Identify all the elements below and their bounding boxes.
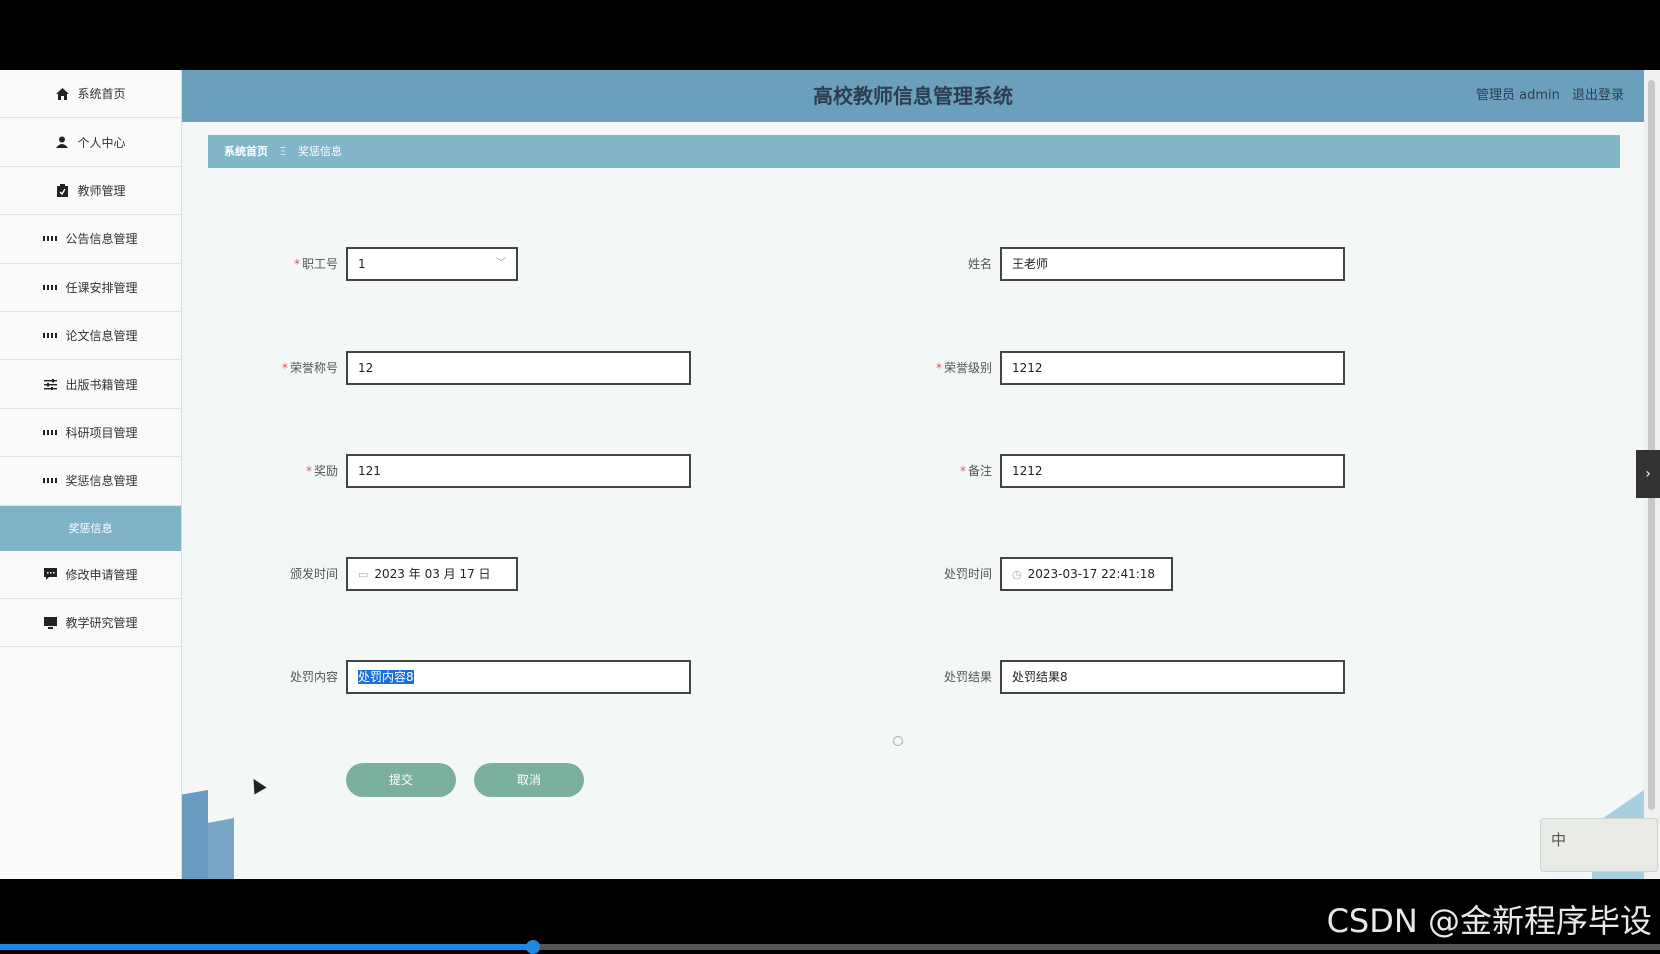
- grid-icon: [43, 329, 58, 343]
- breadcrumb-separator: Ξ: [279, 145, 287, 158]
- sidebar-item-notices[interactable]: 公告信息管理: [0, 215, 181, 264]
- issue-date-picker[interactable]: ▭ 2023 年 03 月 17 日: [346, 557, 518, 591]
- monitor-icon: [43, 616, 57, 630]
- reward-label: * 奖励: [305, 464, 338, 478]
- reward-field[interactable]: 121: [346, 454, 691, 488]
- chevron-right-icon[interactable]: ›: [1636, 450, 1660, 498]
- sidebar: 系统首页 个人中心 教师管理 公告信息管理 任课安排管理 论文信息管理 出版书籍…: [0, 70, 182, 879]
- sidebar-item-courses[interactable]: 任课安排管理: [0, 264, 181, 312]
- sidebar-item-change-requests[interactable]: 修改申请管理: [0, 551, 181, 599]
- grid-icon: [43, 474, 58, 488]
- calendar-icon: ▭: [358, 568, 369, 581]
- user-label: 管理员 admin: [1475, 88, 1560, 103]
- ime-widget[interactable]: 中: [1540, 818, 1658, 872]
- staff-id-select[interactable]: 1 ﹀: [346, 247, 518, 281]
- chat-icon: [43, 567, 57, 581]
- ime-lang: 中: [1551, 831, 1567, 849]
- punish-content-label: 处罚内容: [289, 670, 338, 684]
- grid-icon: [43, 280, 58, 294]
- grid-icon: [43, 232, 58, 246]
- user-area: 管理员 admin 退出登录: [1468, 70, 1624, 122]
- remark-field[interactable]: 1212: [1000, 454, 1345, 488]
- sidebar-item-teachers[interactable]: 教师管理: [0, 167, 181, 216]
- punish-result-label: 处罚结果: [943, 670, 992, 684]
- sidebar-item-personal[interactable]: 个人中心: [0, 118, 181, 167]
- video-progress-bar[interactable]: [0, 940, 1660, 954]
- decor-shape-left: [182, 790, 208, 879]
- honor-title-label: * 荣誉称号: [281, 361, 338, 375]
- video-progress-handle[interactable]: [526, 940, 540, 954]
- sidebar-item-research[interactable]: 科研项目管理: [0, 409, 181, 458]
- honor-level-field[interactable]: 1212: [1000, 351, 1345, 385]
- sidebar-subitem-rewards[interactable]: 奖惩信息: [0, 505, 181, 551]
- sidebar-item-home[interactable]: 系统首页: [0, 70, 181, 119]
- app-title: 高校教师信息管理系统: [813, 84, 1013, 108]
- home-icon: [55, 87, 69, 101]
- name-label: 姓名: [967, 257, 992, 271]
- staff-id-label: * 职工号: [293, 257, 338, 271]
- punish-time-label: 处罚时间: [943, 567, 992, 581]
- clipboard-icon: [55, 183, 69, 197]
- submit-button[interactable]: 提交: [346, 763, 456, 797]
- top-header: 高校教师信息管理系统 管理员 admin 退出登录: [182, 70, 1644, 122]
- sidebar-item-papers[interactable]: 论文信息管理: [0, 312, 181, 361]
- user-icon: [55, 135, 69, 149]
- logout-link[interactable]: 退出登录: [1572, 88, 1624, 103]
- sidebar-item-books[interactable]: 出版书籍管理: [0, 360, 181, 409]
- watermark: CSDN @金新程序毕设: [1326, 902, 1652, 940]
- mouse-cursor-icon: [247, 775, 267, 795]
- sliders-icon: [43, 377, 57, 391]
- sidebar-item-rewards-mgmt[interactable]: 奖惩信息管理: [0, 457, 181, 506]
- punish-time-picker[interactable]: ◷ 2023-03-17 22:41:18: [1000, 557, 1173, 591]
- selected-text: 处罚内容8: [358, 670, 414, 684]
- cancel-button[interactable]: 取消: [474, 763, 584, 797]
- breadcrumb-current: 奖惩信息: [297, 145, 342, 158]
- honor-level-label: * 荣誉级别: [935, 361, 992, 375]
- app-window: 系统首页 个人中心 教师管理 公告信息管理 任课安排管理 论文信息管理 出版书籍…: [0, 70, 1660, 879]
- video-progress-fill: [0, 944, 535, 950]
- breadcrumb: 系统首页 Ξ 奖惩信息: [208, 135, 1620, 168]
- punish-content-field[interactable]: 处罚内容8: [346, 660, 691, 694]
- grid-icon: [43, 425, 58, 439]
- chevron-down-icon: ﹀: [496, 258, 506, 269]
- honor-title-field[interactable]: 12: [346, 351, 691, 385]
- name-field[interactable]: 王老师: [1000, 247, 1345, 281]
- scrollbar-thumb[interactable]: [1648, 80, 1655, 810]
- circle-icon: [893, 736, 903, 746]
- decor-shape-left-2: [208, 818, 234, 879]
- clock-icon: ◷: [1012, 568, 1022, 581]
- issue-date-label: 颁发时间: [289, 567, 338, 581]
- breadcrumb-home[interactable]: 系统首页: [224, 145, 268, 158]
- punish-result-field[interactable]: 处罚结果8: [1000, 660, 1345, 694]
- remark-label: * 备注: [959, 464, 992, 478]
- sidebar-item-teaching-research[interactable]: 教学研究管理: [0, 599, 181, 648]
